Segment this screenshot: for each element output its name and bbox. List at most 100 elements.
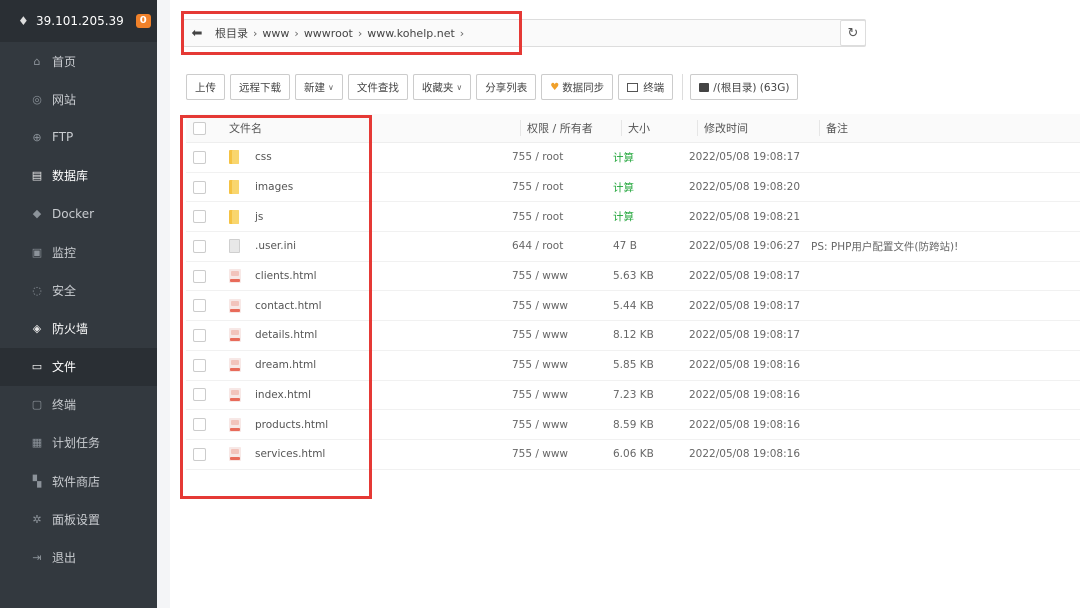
file-perm[interactable]: 755 / www — [512, 419, 613, 431]
sidebar-item-label: 终端 — [52, 398, 77, 413]
notification-badge[interactable]: 0 — [135, 14, 151, 28]
new-label: 新建 — [304, 81, 325, 94]
sidebar-item-11[interactable]: ▚ 软件商店 — [0, 462, 157, 500]
gear-icon: ✲ — [32, 512, 42, 526]
file-time: 2022/05/08 19:08:17 — [689, 151, 801, 164]
file-time: 2022/05/08 19:08:17 — [689, 329, 801, 342]
terminal-icon: ▢ — [31, 398, 43, 412]
terminal-button[interactable]: 终端 — [618, 74, 674, 100]
sidebar-item-6[interactable]: ◌ 安全 — [0, 271, 157, 309]
sidebar-item-7[interactable]: ◈ 防火墙 — [0, 309, 157, 347]
file-time: 2022/05/08 19:08:16 — [689, 359, 801, 372]
terminal-icon — [627, 82, 639, 92]
ftp-icon: ⊕ — [32, 130, 42, 144]
favorites-dropdown-button[interactable]: 收藏夹 ∨ — [412, 74, 472, 100]
apps-icon: ▚ — [32, 474, 42, 488]
file-perm[interactable]: 755 / www — [512, 300, 613, 312]
shield-icon: ◌ — [32, 283, 42, 297]
toolbar-divider — [682, 74, 684, 100]
favorites-label: 收藏夹 — [421, 81, 454, 94]
file-search-label: 文件查找 — [356, 81, 399, 94]
remote-download-button[interactable]: 远程下载 — [230, 74, 290, 100]
server-ip: 39.101.205.39 — [36, 14, 124, 28]
file-size: 5.44 KB — [613, 299, 654, 312]
logout-icon: ⇥ — [32, 551, 42, 565]
folder-icon: ▭ — [31, 360, 43, 374]
sidebar-item-12[interactable]: ✲ 面板设置 — [0, 500, 157, 538]
file-list-highlight-box — [180, 115, 372, 499]
share-list-label: 分享列表 — [485, 81, 528, 94]
file-perm[interactable]: 755 / www — [512, 270, 613, 282]
sidebar-item-13[interactable]: ⇥ 退出 — [0, 538, 157, 576]
file-size[interactable]: 计算 — [613, 150, 689, 165]
file-time: 2022/05/08 19:08:16 — [689, 388, 801, 401]
server-header[interactable]: ♦ 39.101.205.39 0 — [0, 0, 157, 42]
file-time: 2022/05/08 19:08:17 — [689, 270, 801, 283]
sidebar-item-2[interactable]: ⊕ FTP — [0, 118, 157, 156]
data-sync-label: 数据同步 — [562, 81, 605, 94]
header-note: 备注 — [819, 120, 1080, 136]
disk-button[interactable]: /(根目录) (63G) — [690, 74, 799, 100]
sidebar-item-label: 计划任务 — [52, 436, 101, 451]
terminal-label: 终端 — [643, 81, 665, 94]
file-size: 5.85 KB — [613, 359, 654, 372]
sidebar-item-label: 首页 — [52, 54, 77, 69]
file-note[interactable]: PS: PHP用户配置文件(防跨站)! — [811, 239, 1080, 254]
home-icon: ⌂ — [33, 54, 41, 68]
refresh-button[interactable]: ↻ — [840, 20, 866, 46]
chevron-down-icon: ∨ — [328, 82, 334, 92]
file-perm[interactable]: 755 / root — [512, 151, 613, 163]
file-size: 8.59 KB — [613, 418, 654, 431]
share-list-button[interactable]: 分享列表 — [476, 74, 537, 100]
toolbar: 上传 远程下载 新建 ∨ 文件查找 收藏夹 ∨ 分享列表 ♥ 数据同步 终端 /(根目… — [186, 73, 803, 101]
sidebar-item-label: 数据库 — [52, 169, 89, 184]
file-perm[interactable]: 755 / www — [512, 359, 613, 371]
calendar-icon: ▦ — [31, 436, 43, 450]
sidebar-item-1[interactable]: ◎ 网站 — [0, 80, 157, 118]
file-time: 2022/05/08 19:08:20 — [689, 181, 801, 194]
file-size[interactable]: 计算 — [613, 180, 689, 195]
upload-button[interactable]: 上传 — [186, 74, 225, 100]
file-size: 47 B — [613, 240, 637, 253]
file-manager: ⬅ 根目录 › www › wwwroot › www.kohelp.net › ↻ 上传 远… — [170, 0, 1080, 608]
path-highlight-box — [181, 11, 522, 55]
sidebar-item-8[interactable]: ▭ 文件 — [0, 347, 157, 386]
file-perm[interactable]: 755 / www — [512, 329, 613, 341]
file-perm[interactable]: 755 / www — [512, 448, 613, 460]
file-time: 2022/05/08 19:08:17 — [689, 299, 801, 312]
sidebar-item-0[interactable]: ⌂ 首页 — [0, 42, 157, 80]
sidebar-item-10[interactable]: ▦ 计划任务 — [0, 424, 157, 462]
file-perm[interactable]: 755 / www — [512, 389, 613, 401]
sidebar-item-label: 退出 — [52, 551, 77, 566]
refresh-icon: ↻ — [847, 25, 859, 41]
sidebar-item-label: FTP — [52, 130, 74, 145]
header-time[interactable]: 修改时间 — [697, 120, 819, 136]
file-perm[interactable]: 644 / root — [512, 240, 613, 252]
sidebar-item-label: 网站 — [52, 92, 77, 107]
data-sync-button[interactable]: ♥ 数据同步 — [541, 74, 614, 100]
file-size[interactable]: 计算 — [613, 209, 689, 224]
server-icon: ♦ — [18, 14, 29, 28]
file-time: 2022/05/08 19:08:21 — [689, 210, 801, 223]
file-size: 7.23 KB — [613, 388, 654, 401]
file-size: 6.06 KB — [613, 448, 654, 461]
file-time: 2022/05/08 19:08:16 — [689, 448, 801, 461]
sidebar-item-label: 面板设置 — [52, 512, 101, 527]
chevron-down-icon: ∨ — [456, 82, 463, 92]
file-perm[interactable]: 755 / root — [512, 211, 613, 223]
sidebar-item-label: 防火墙 — [52, 321, 89, 336]
new-dropdown-button[interactable]: 新建 ∨ — [295, 74, 343, 100]
sidebar-item-9[interactable]: ▢ 终端 — [0, 386, 157, 424]
sidebar-item-4[interactable]: ◆ Docker — [0, 195, 157, 233]
disk-icon — [699, 82, 710, 92]
file-search-button[interactable]: 文件查找 — [347, 74, 408, 100]
sidebar-item-3[interactable]: ▤ 数据库 — [0, 157, 157, 195]
header-size[interactable]: 大小 — [621, 120, 697, 136]
monitor-icon: ▣ — [31, 245, 43, 259]
sidebar-item-label: 监控 — [52, 245, 77, 260]
header-perm[interactable]: 权限 / 所有者 — [520, 120, 621, 136]
remote-download-label: 远程下载 — [239, 81, 281, 94]
file-time: 2022/05/08 19:08:16 — [689, 418, 801, 431]
file-perm[interactable]: 755 / root — [512, 181, 613, 193]
sidebar-item-5[interactable]: ▣ 监控 — [0, 233, 157, 271]
